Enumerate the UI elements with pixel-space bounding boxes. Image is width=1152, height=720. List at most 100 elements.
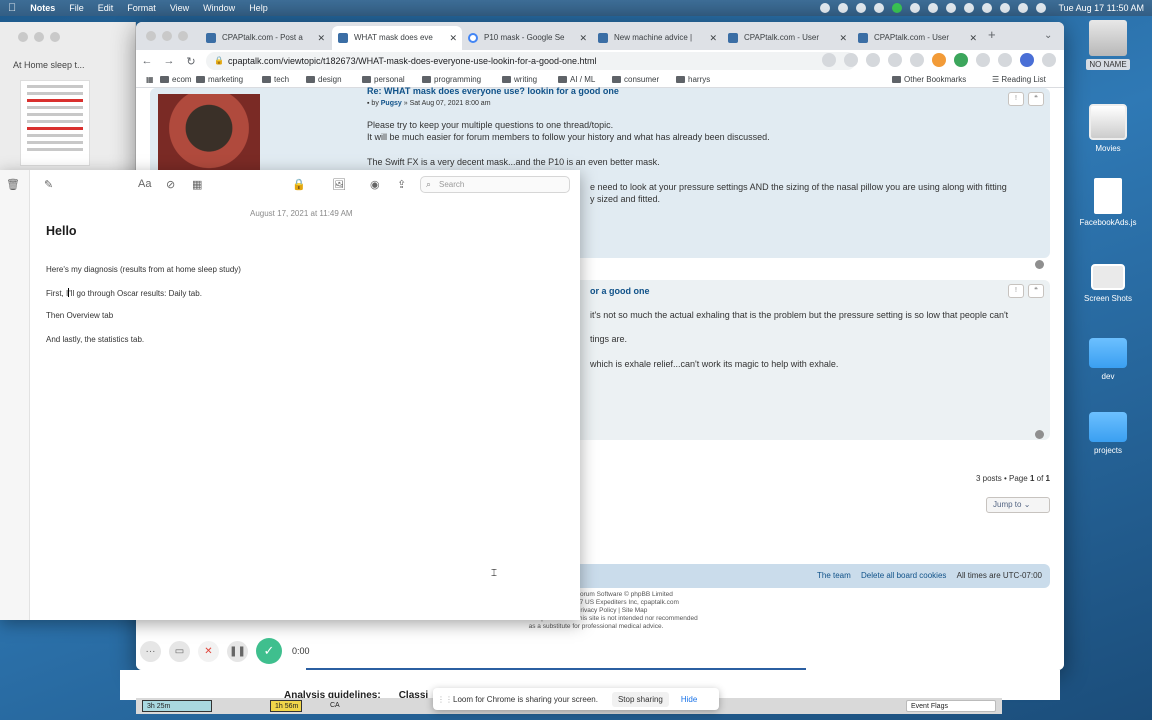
more-options-icon[interactable]: ··· (140, 640, 161, 662)
note-body-line[interactable]: And lastly, the statistics tab. (46, 335, 144, 344)
collaborate-icon[interactable]: ◉ (370, 178, 380, 191)
spotlight-search-icon[interactable] (1018, 3, 1029, 13)
apple-menu-icon[interactable]:  (8, 2, 16, 14)
lock-note-icon[interactable]: 🔒 (292, 178, 306, 191)
menu-file[interactable]: File (69, 3, 84, 13)
trash-icon[interactable]: 🗑 (6, 178, 20, 191)
team-link[interactable]: The team (817, 571, 851, 580)
record-status-icon[interactable] (946, 3, 957, 13)
pause-icon[interactable]: ❚❚ (227, 640, 248, 662)
tab-search-icon[interactable]: ⌄ (1044, 30, 1052, 41)
browser-tab[interactable]: CPAPtalk.com - Post a ✕ (200, 26, 330, 50)
bolt-status-icon[interactable] (838, 3, 849, 13)
stop-sharing-button[interactable]: Stop sharing (611, 691, 669, 707)
close-tab-icon[interactable]: ✕ (839, 26, 847, 50)
extension-icon[interactable] (910, 53, 924, 67)
browser-tab[interactable]: CPAPtalk.com - User ✕ (852, 26, 982, 50)
desktop-icon-disk[interactable]: NO NAME (1064, 20, 1152, 70)
back-to-top-icon[interactable] (1035, 430, 1044, 439)
reading-list[interactable]: ☰ Reading List (992, 75, 1046, 84)
close-tab-icon[interactable]: ✕ (449, 26, 457, 50)
reload-icon[interactable]: ↻ (180, 55, 202, 68)
cloud-status-icon[interactable] (874, 3, 885, 13)
desktop-icon-facebookads[interactable]: FacebookAds.js (1064, 178, 1152, 227)
minimize-window-button[interactable] (162, 31, 172, 41)
bookmark-folder[interactable]: ecom (160, 75, 192, 84)
profile-avatar[interactable] (1020, 53, 1034, 67)
note-title[interactable]: Hello (46, 224, 77, 238)
finish-recording-button[interactable]: ✓ (256, 638, 282, 664)
apps-grid-icon[interactable]: ▦ (146, 75, 154, 84)
plus-status-icon[interactable] (910, 3, 921, 13)
wifi-icon[interactable] (1000, 3, 1011, 13)
zoom-window-button[interactable] (50, 32, 60, 42)
share-icon[interactable]: ⇪ (397, 178, 406, 191)
bookmark-folder[interactable]: personal (362, 75, 405, 84)
extension-status-icon[interactable] (820, 3, 831, 13)
desktop-icon-dev[interactable]: dev (1064, 338, 1152, 381)
text-format-icon[interactable]: Aa (138, 178, 151, 190)
close-window-button[interactable] (146, 31, 156, 41)
menu-format[interactable]: Format (127, 3, 156, 13)
check-status-icon[interactable] (892, 3, 903, 13)
bookmark-folder[interactable]: marketing (196, 75, 243, 84)
kebab-menu-icon[interactable] (1042, 53, 1056, 67)
close-window-button[interactable] (18, 32, 28, 42)
menu-clock[interactable]: Tue Aug 17 11:50 AM (1058, 3, 1144, 13)
new-tab-icon[interactable]: + (988, 27, 996, 42)
note-list-item-title[interactable]: At Home sleep t... (13, 60, 85, 70)
cancel-recording-icon[interactable]: ✕ (198, 640, 219, 662)
duration-segment[interactable]: 1h 56m (270, 700, 302, 712)
browser-tab[interactable]: P10 mask - Google Se ✕ (462, 26, 592, 50)
battery-icon[interactable] (982, 3, 993, 13)
extension-icon[interactable] (932, 53, 946, 67)
microphone-icon[interactable] (822, 53, 836, 67)
browser-tab[interactable]: New machine advice | ✕ (592, 26, 722, 50)
hide-banner-button[interactable]: Hide (681, 695, 697, 704)
note-thumbnail[interactable] (20, 80, 90, 166)
lock-icon[interactable]: 🔒 (214, 52, 224, 70)
menu-edit[interactable]: Edit (98, 3, 114, 13)
close-tab-icon[interactable]: ✕ (969, 26, 977, 50)
bookmark-folder[interactable]: tech (262, 75, 289, 84)
compose-icon[interactable]: ✎ (44, 178, 53, 191)
bookmark-folder[interactable]: harrys (676, 75, 710, 84)
back-icon[interactable]: ← (136, 55, 158, 67)
delete-cookies-link[interactable]: Delete all board cookies (861, 571, 946, 580)
close-tab-icon[interactable]: ✕ (579, 26, 587, 50)
quote-icon[interactable]: ❝ (1028, 284, 1044, 298)
minimize-window-button[interactable] (34, 32, 44, 42)
report-icon[interactable]: ! (1008, 284, 1024, 298)
event-flags-dropdown[interactable]: Event Flags (906, 700, 996, 712)
menu-window[interactable]: Window (203, 3, 235, 13)
lightbulb-status-icon[interactable] (856, 3, 867, 13)
bookmark-folder[interactable]: writing (502, 75, 537, 84)
note-body-line[interactable]: First, I'll go through Oscar results: Da… (46, 288, 202, 298)
post-title[interactable]: Re: WHAT mask does everyone use? lookin … (367, 86, 619, 96)
event-segment[interactable]: CA (326, 700, 366, 712)
table-icon[interactable]: ▦ (192, 178, 202, 191)
zoom-window-button[interactable] (178, 31, 188, 41)
forward-icon[interactable]: → (158, 55, 180, 67)
camera-icon[interactable]: ▭ (169, 640, 190, 662)
bookmark-folder[interactable]: design (306, 75, 342, 84)
quote-icon[interactable]: ❝ (1028, 92, 1044, 106)
screen-status-icon[interactable] (928, 3, 939, 13)
drag-handle-icon[interactable]: ⋮⋮ (437, 695, 453, 704)
checklist-icon[interactable]: ⊘ (166, 178, 175, 191)
duration-segment[interactable]: 3h 25m (142, 700, 212, 712)
address-bar[interactable]: 🔒 cpaptalk.com/viewtopic/t182673/WHAT-ma… (206, 52, 856, 70)
extension-icon[interactable] (866, 53, 880, 67)
browser-tab-active[interactable]: WHAT mask does eve ✕ (332, 26, 462, 50)
extension-icon[interactable] (888, 53, 902, 67)
menu-view[interactable]: View (170, 3, 189, 13)
notes-search-input[interactable]: ⌕ Search (420, 176, 570, 193)
other-bookmarks[interactable]: Other Bookmarks (892, 75, 966, 84)
puzzle-extensions-icon[interactable] (998, 53, 1012, 67)
extension-icon[interactable] (976, 53, 990, 67)
control-center-icon[interactable] (1036, 3, 1047, 13)
post-author[interactable]: Pugsy (381, 100, 402, 107)
desktop-icon-projects[interactable]: projects (1064, 412, 1152, 455)
desktop-icon-movies[interactable]: Movies (1064, 104, 1152, 153)
bookmark-folder[interactable]: programming (422, 75, 481, 84)
